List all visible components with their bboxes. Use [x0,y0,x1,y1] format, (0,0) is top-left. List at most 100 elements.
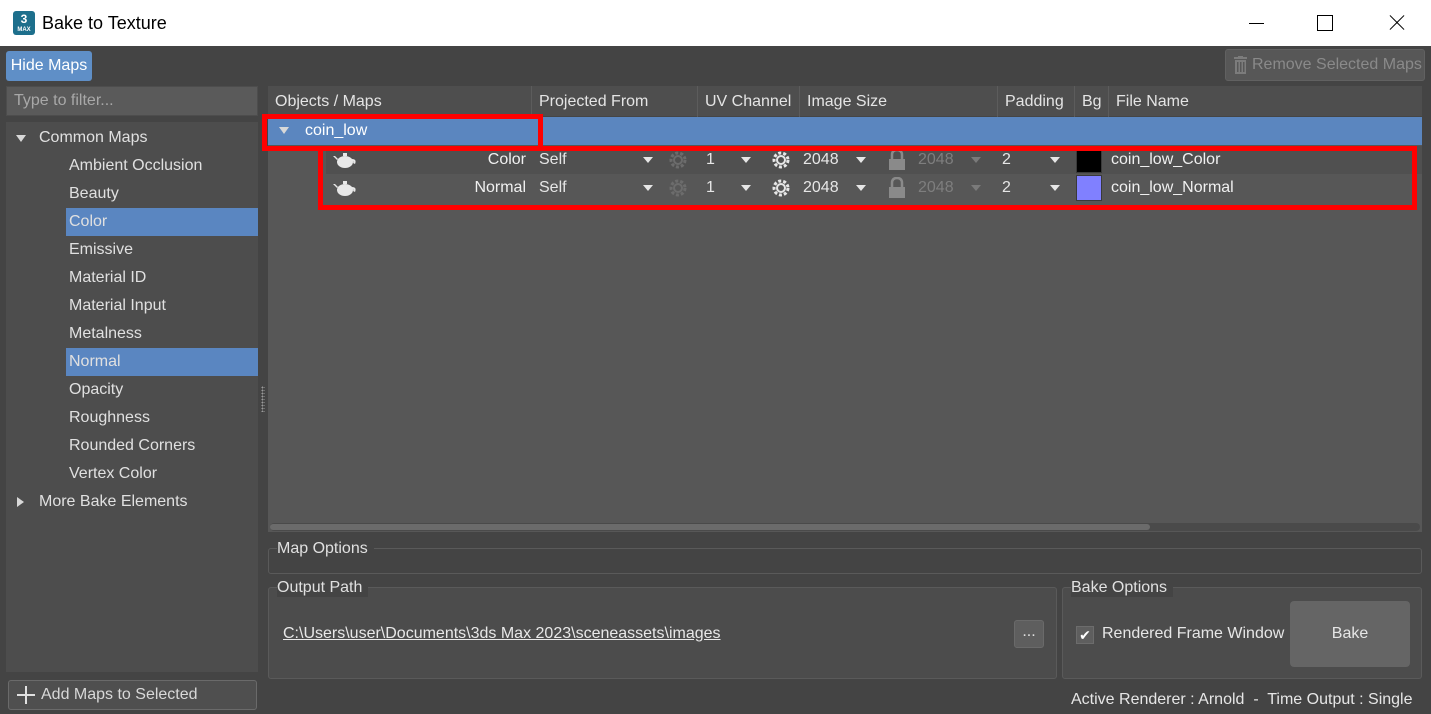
tree-item-normal[interactable]: Normal [6,348,258,376]
remove-selected-maps-button[interactable]: Remove Selected Maps [1225,49,1425,81]
chevron-down-icon[interactable] [741,185,751,191]
tree-item-label: Material Input [69,297,166,314]
bake-button[interactable]: Bake [1290,601,1410,667]
tree-item-label: Opacity [69,381,124,398]
lock-icon[interactable] [888,177,906,199]
uv-channel-select[interactable]: 1 [706,146,715,174]
map-name: Normal [474,179,526,196]
rendered-frame-window-checkbox[interactable]: ✔ [1076,626,1094,644]
tree-item-beauty[interactable]: Beauty [6,180,258,208]
gear-icon[interactable] [770,149,792,171]
table-row[interactable]: Color Self 1 2048 2048 2 coin_low_Color [326,146,1422,174]
tree-group-common-maps[interactable]: Common Maps [6,124,258,152]
maximize-button[interactable] [1290,0,1360,46]
hide-maps-button[interactable]: Hide Maps [6,51,92,81]
projected-from-select[interactable]: Self [539,146,659,174]
file-name[interactable]: coin_low_Color [1111,146,1220,174]
tree-item-rounded-corners[interactable]: Rounded Corners [6,432,258,460]
add-maps-label: Add Maps to Selected Objects [41,686,198,703]
column-header-projected-from[interactable]: Projected From [531,86,697,117]
app-icon-label: MAX [17,27,31,33]
gear-icon[interactable] [770,177,792,199]
column-header-objects-maps[interactable]: Objects / Maps [268,86,531,117]
column-header-bg[interactable]: Bg [1074,86,1108,117]
gear-icon[interactable] [667,149,689,171]
padding-select[interactable]: 2 [1002,146,1011,174]
remove-selected-maps-label: Remove Selected Maps [1252,56,1422,73]
table-row[interactable]: Normal Self 1 2048 2048 2 coin_low_Norma… [326,174,1422,202]
tree-item-label: Emissive [69,241,134,258]
gear-icon[interactable] [667,177,689,199]
minimize-button[interactable] [1221,0,1291,46]
bg-color-swatch[interactable] [1076,147,1102,173]
collapse-arrow-icon[interactable] [279,127,289,134]
bg-color-swatch[interactable] [1076,175,1102,201]
padding-select[interactable]: 2 [1002,174,1011,202]
tree-item-label: Vertex Color [69,465,158,482]
teapot-icon [333,153,356,168]
projected-from-select[interactable]: Self [539,174,659,202]
projected-from-value: Self [539,151,567,168]
tree-item-label: Ambient Occlusion [69,157,203,174]
chevron-down-icon[interactable] [1050,185,1060,191]
map-options-group [268,548,1422,574]
tree-item-label: Beauty [69,185,119,202]
status-bar-text: Active Renderer : Arnold - Time Output :… [1071,691,1413,708]
chevron-down-icon[interactable] [856,157,866,163]
tree-item-emissive[interactable]: Emissive [6,236,258,264]
image-size-height-select[interactable]: 2048 [918,174,954,202]
horizontal-scrollbar[interactable] [270,523,1420,531]
chevron-down-icon[interactable] [1050,157,1060,163]
tree-item-label: Color [69,213,108,230]
add-maps-button[interactable]: Add Maps to Selected Objects [8,680,257,710]
column-header-file-name[interactable]: File Name [1108,86,1422,117]
tree-group-label: Common Maps [39,129,148,146]
chevron-down-icon[interactable] [971,157,981,163]
uv-channel-select[interactable]: 1 [706,174,715,202]
output-path-title: Output Path [277,579,369,597]
tree-item-ambient-occlusion[interactable]: Ambient Occlusion [6,152,258,180]
expand-arrow-icon[interactable] [16,135,26,142]
image-size-height-select[interactable]: 2048 [918,146,954,174]
tree-item-color[interactable]: Color [6,208,258,236]
lock-icon[interactable] [888,149,906,171]
close-button[interactable] [1361,0,1431,46]
tree-item-label: Rounded Corners [69,437,196,454]
chevron-down-icon[interactable] [856,185,866,191]
chevron-down-icon[interactable] [643,185,653,191]
output-path-link[interactable]: C:\Users\user\Documents\3ds Max 2023\sce… [283,625,721,643]
column-header-uv-channel[interactable]: UV Channel [697,86,799,117]
image-size-select[interactable]: 2048 [803,146,839,174]
tree-item-vertex-color[interactable]: Vertex Color [6,460,258,488]
title-bar: 3 MAX Bake to Texture [0,0,1431,46]
tree-item-material-id[interactable]: Material ID [6,264,258,292]
tree-group-more-bake-elements[interactable]: More Bake Elements [6,488,258,516]
trash-icon [1234,56,1247,74]
tree-item-label: Material ID [69,269,147,286]
chevron-down-icon[interactable] [643,157,653,163]
map-options-title: Map Options [277,540,374,558]
tree-item-roughness[interactable]: Roughness [6,404,258,432]
browse-button[interactable]: ... [1014,620,1044,648]
map-tree: Common Maps Ambient Occlusion Beauty Col… [6,122,258,672]
3dsmax-app-icon: 3 MAX [13,11,35,35]
object-name: coin_low [305,122,368,139]
expand-arrow-icon[interactable] [17,497,24,507]
projected-from-value: Self [539,179,567,196]
tree-group-label: More Bake Elements [39,493,188,510]
filter-input[interactable] [6,86,258,116]
panel-splitter-handle[interactable] [261,386,265,412]
object-row-coin-low[interactable]: coin_low [268,117,1422,145]
chevron-down-icon[interactable] [741,157,751,163]
chevron-down-icon[interactable] [971,185,981,191]
column-header-padding[interactable]: Padding [997,86,1074,117]
file-name[interactable]: coin_low_Normal [1111,174,1234,202]
scrollbar-thumb[interactable] [270,524,1150,530]
tree-item-label: Roughness [69,409,150,426]
tree-item-metalness[interactable]: Metalness [6,320,258,348]
tree-item-material-input[interactable]: Material Input [6,292,258,320]
column-header-image-size[interactable]: Image Size [799,86,997,117]
image-size-select[interactable]: 2048 [803,174,839,202]
tree-item-opacity[interactable]: Opacity [6,376,258,404]
rendered-frame-window-label: Rendered Frame Window [1102,625,1285,642]
